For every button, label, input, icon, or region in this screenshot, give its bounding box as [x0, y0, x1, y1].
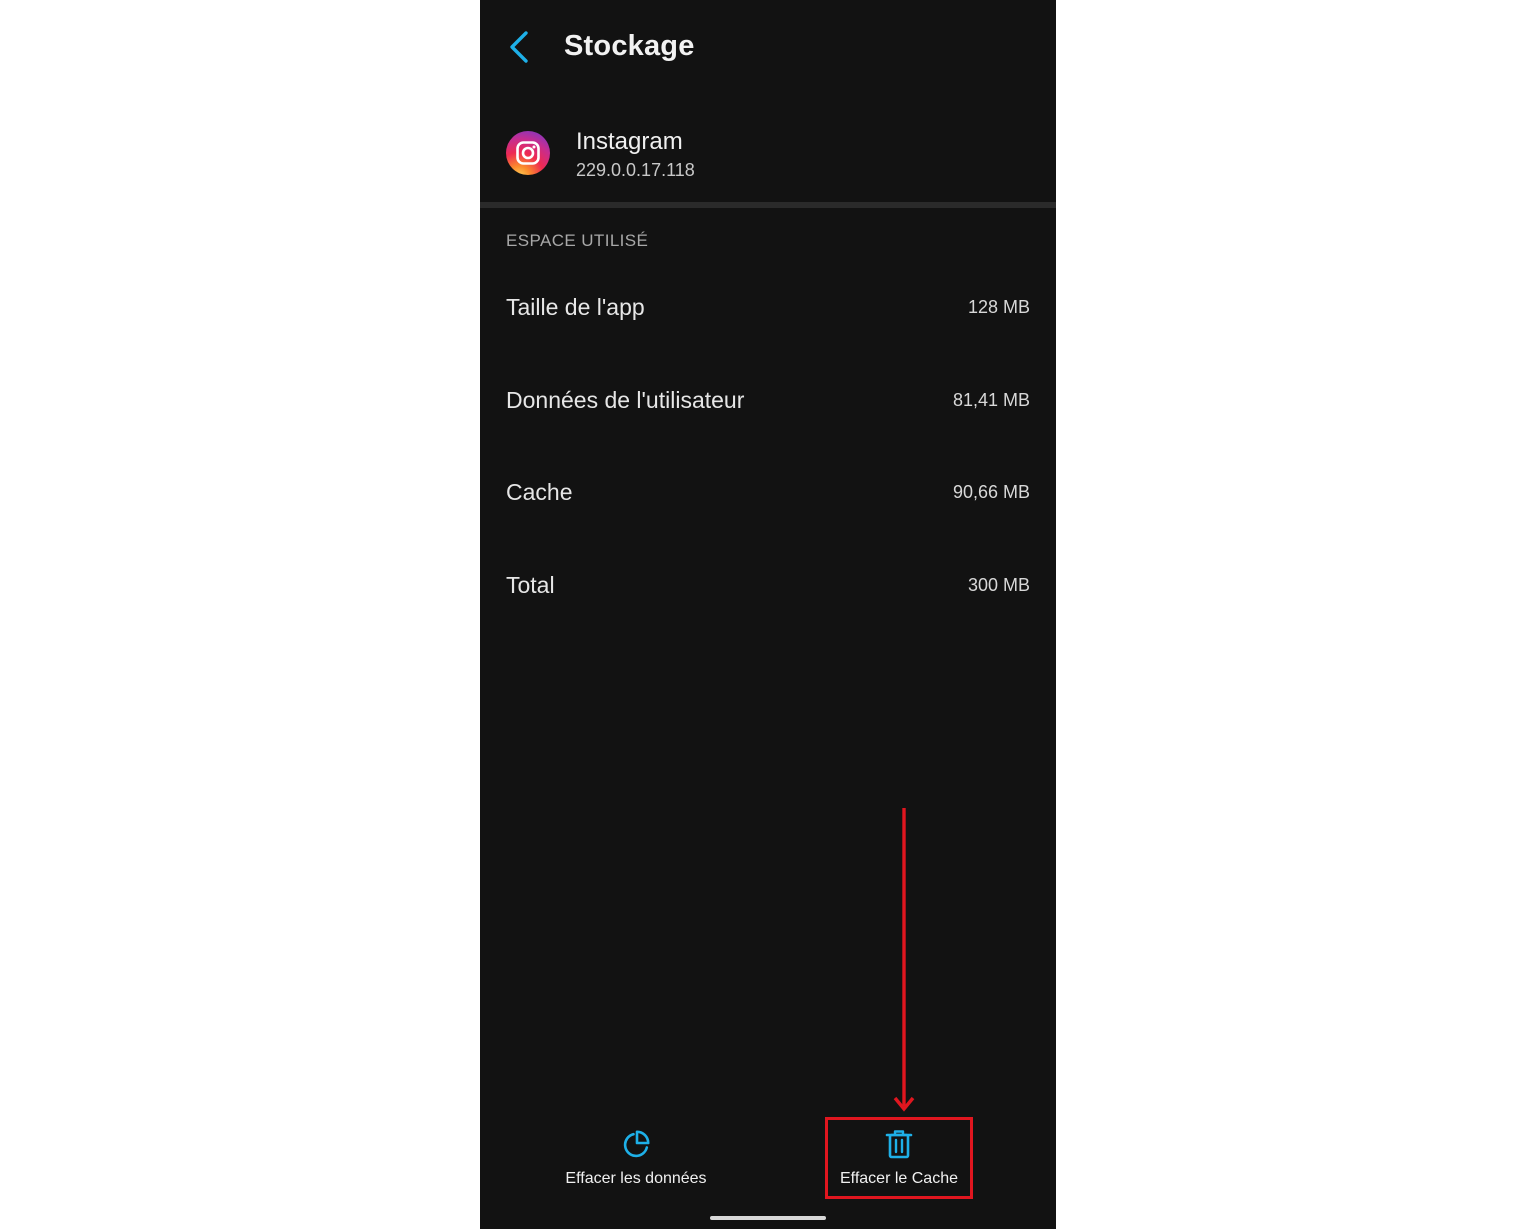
instagram-logo-icon	[506, 131, 550, 175]
back-button[interactable]	[502, 28, 538, 68]
chevron-left-icon	[510, 31, 528, 63]
storage-row-app-size: Taille de l'app 128 MB	[480, 261, 1056, 354]
top-app-bar: Stockage	[480, 0, 1056, 96]
row-value: 81,41 MB	[952, 390, 1030, 410]
clear-data-label: Effacer les données	[565, 1170, 707, 1187]
section-divider	[480, 202, 1056, 208]
section-header-storage: ESPACE UTILISÉ	[506, 231, 649, 250]
storage-row-user-data: Données de l'utilisateur 81,41 MB	[480, 354, 1056, 447]
storage-row-total: Total 300 MB	[480, 539, 1056, 632]
page-title: Stockage	[564, 30, 695, 62]
clear-data-button[interactable]: Effacer les données	[556, 1120, 716, 1200]
clear-cache-button[interactable]: Effacer le Cache	[828, 1120, 970, 1200]
row-value: 300 MB	[967, 575, 1030, 595]
row-label: Données de l'utilisateur	[506, 387, 745, 413]
row-value: 128 MB	[967, 297, 1030, 317]
row-value: 90,66 MB	[952, 482, 1030, 502]
storage-row-cache: Cache 90,66 MB	[480, 446, 1056, 539]
pie-chart-icon	[623, 1130, 650, 1158]
row-label: Cache	[506, 479, 573, 505]
home-indicator[interactable]	[710, 1216, 826, 1220]
app-name: Instagram	[576, 128, 683, 155]
app-version: 229.0.0.17.118	[576, 160, 695, 180]
trash-icon	[885, 1130, 913, 1159]
app-info-header: Instagram 229.0.0.17.118	[480, 110, 1056, 202]
row-label: Taille de l'app	[506, 294, 645, 320]
phone-screen: Stockage Instagram 229.0.0.17.118 ESPACE…	[480, 0, 1056, 1229]
clear-cache-label: Effacer le Cache	[840, 1170, 958, 1187]
row-label: Total	[506, 572, 555, 598]
